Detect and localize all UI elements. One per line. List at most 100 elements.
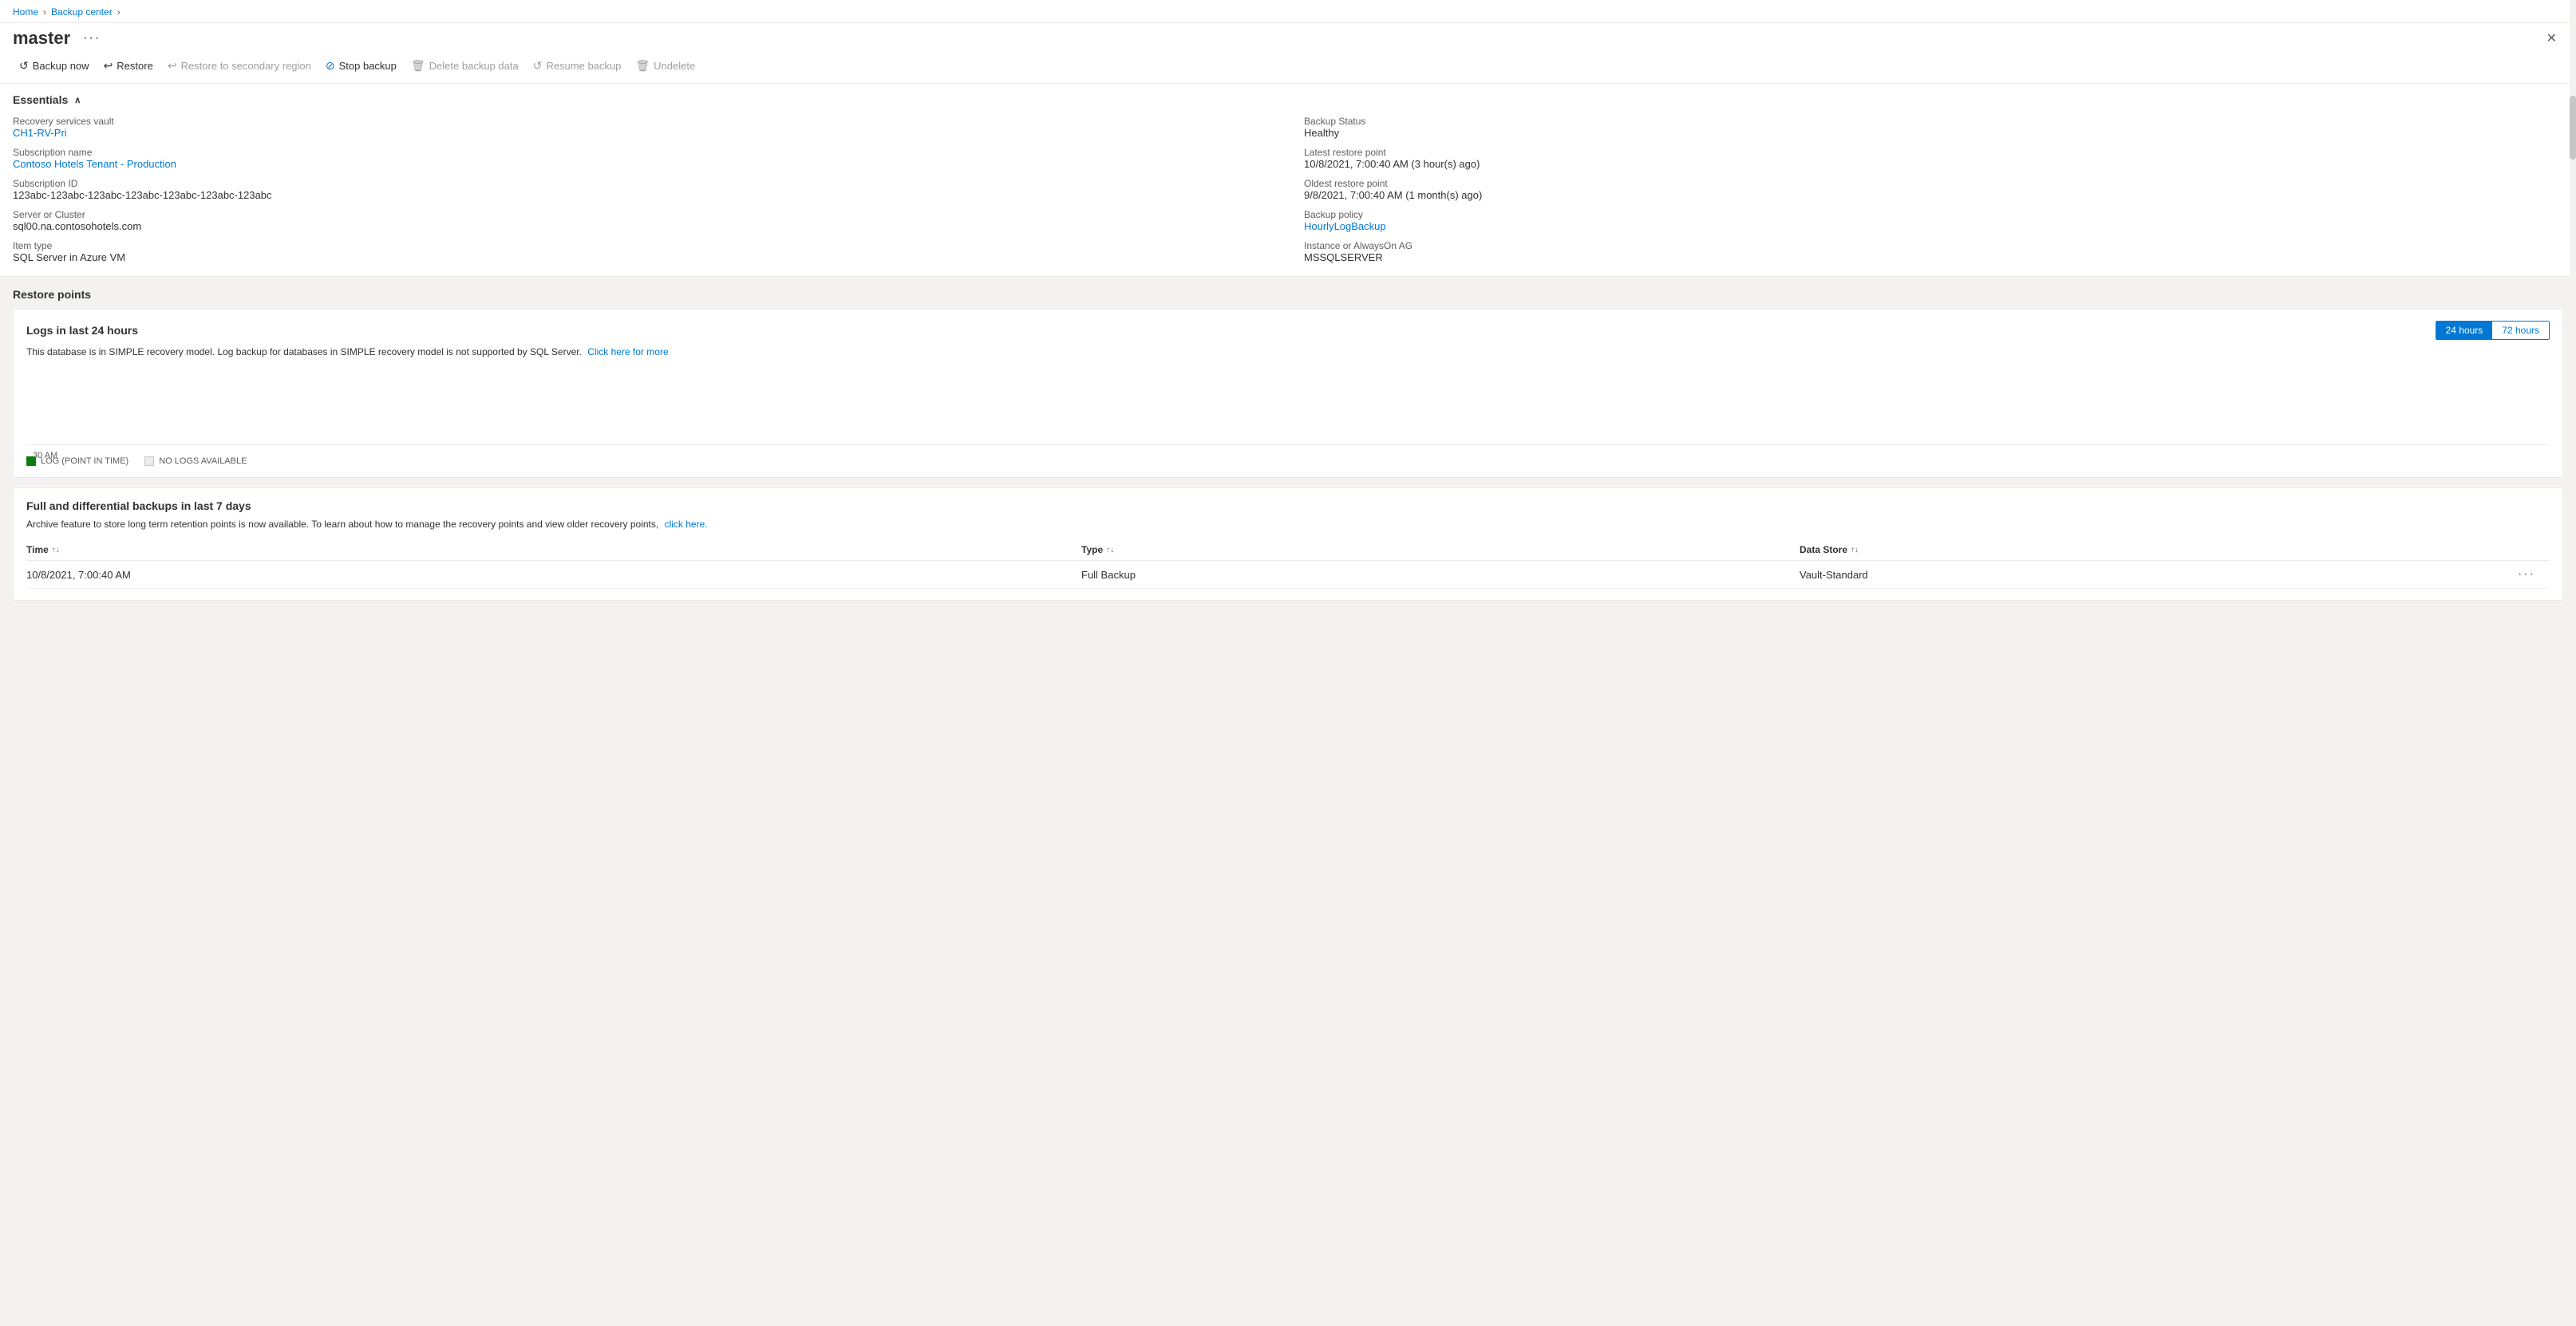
row-time: 10/8/2021, 7:00:40 AM [26, 569, 1037, 581]
col-datastore-sort-icon: ↑↓ [1851, 546, 1859, 554]
restore-points-title: Restore points [13, 288, 2563, 301]
breadcrumb-sep2: › [117, 6, 121, 18]
essentials-backup-status: Backup Status Healthy [1304, 116, 2563, 139]
restore-points-section: Restore points Logs in last 24 hours 24 … [0, 277, 2576, 612]
legend-no-logs-label: NO LOGS AVAILABLE [159, 456, 247, 466]
essentials-instance: Instance or AlwaysOn AG MSSQLSERVER [1304, 240, 2563, 263]
essentials-item-type: Item type SQL Server in Azure VM [13, 240, 1272, 263]
undelete-icon: 🗑 [635, 59, 650, 73]
essentials-oldest-restore: Oldest restore point 9/8/2021, 7:00:40 A… [1304, 178, 2563, 201]
subscription-id-label: Subscription ID [13, 178, 1272, 189]
restore-secondary-button[interactable]: ↩ Restore to secondary region [161, 55, 318, 77]
col-time-header[interactable]: Time ↑↓ [26, 544, 1037, 555]
logs-message-text: This database is in SIMPLE recovery mode… [26, 346, 582, 357]
restore-secondary-icon: ↩ [168, 59, 177, 73]
col-time-label: Time [26, 544, 49, 555]
restore-button[interactable]: ↩ Restore [97, 55, 160, 77]
item-type-value: SQL Server in Azure VM [13, 251, 1272, 263]
archive-notice-link[interactable]: click here. [665, 519, 708, 530]
breadcrumb-sep1: › [43, 6, 46, 18]
essentials-section: Essentials ∧ Recovery services vault CH1… [0, 84, 2576, 277]
toggle-24h-button[interactable]: 24 hours [2436, 322, 2493, 339]
col-datastore-header[interactable]: Data Store ↑↓ [1800, 544, 2473, 555]
undelete-button[interactable]: 🗑 Undelete [629, 55, 701, 77]
logs-message-link[interactable]: Click here for more [587, 346, 668, 357]
essentials-recovery-vault: Recovery services vault CH1-RV-Pri [13, 116, 1272, 139]
close-button[interactable]: ✕ [2540, 29, 2563, 48]
delete-backup-button[interactable]: 🗑 Delete backup data [405, 55, 525, 77]
row-type: Full Backup [1081, 569, 1755, 581]
restore-icon: ↩ [104, 59, 113, 73]
page-scrollbar[interactable] [2570, 0, 2576, 1326]
page-title: master [13, 28, 70, 49]
legend-no-logs-color [144, 456, 154, 466]
row-datastore: Vault-Standard [1800, 569, 2473, 581]
essentials-backup-policy: Backup policy HourlyLogBackup [1304, 209, 2563, 232]
more-button[interactable]: ··· [78, 30, 105, 47]
scrollbar-thumb[interactable] [2570, 96, 2576, 160]
breadcrumb: Home › Backup center › [0, 0, 2576, 23]
breadcrumb-home[interactable]: Home [13, 6, 38, 18]
col-datastore-label: Data Store [1800, 544, 1847, 555]
server-cluster-value: sql00.na.contosohotels.com [13, 220, 1272, 232]
archive-notice-text: Archive feature to store long term reten… [26, 519, 658, 530]
essentials-grid: Recovery services vault CH1-RV-Pri Subsc… [13, 116, 2563, 263]
logs-card: Logs in last 24 hours 24 hours 72 hours … [13, 309, 2563, 478]
delete-backup-label: Delete backup data [429, 60, 519, 72]
main-content: Essentials ∧ Recovery services vault CH1… [0, 84, 2576, 612]
essentials-latest-restore: Latest restore point 10/8/2021, 7:00:40 … [1304, 147, 2563, 170]
essentials-header[interactable]: Essentials ∧ [13, 93, 2563, 106]
backup-now-icon: ↺ [19, 59, 29, 73]
server-cluster-label: Server or Cluster [13, 209, 1272, 220]
col-type-sort-icon: ↑↓ [1106, 546, 1114, 554]
col-type-label: Type [1081, 544, 1103, 555]
toolbar: ↺ Backup now ↩ Restore ↩ Restore to seco… [0, 52, 2576, 84]
essentials-label: Essentials [13, 93, 68, 106]
item-type-label: Item type [13, 240, 1272, 251]
restore-label: Restore [117, 60, 153, 72]
chart-area: 30 AM [26, 365, 2550, 445]
toggle-72h-button[interactable]: 72 hours [2492, 322, 2549, 339]
full-backups-card: Full and differential backups in last 7 … [13, 487, 2563, 601]
essentials-left-col: Recovery services vault CH1-RV-Pri Subsc… [13, 116, 1272, 263]
chart-time-label: 30 AM [33, 451, 57, 460]
chart-legend: LOG (POINT IN TIME) NO LOGS AVAILABLE [26, 450, 2550, 466]
latest-restore-label: Latest restore point [1304, 147, 2563, 158]
subscription-id-value: 123abc-123abc-123abc-123abc-123abc-123ab… [13, 189, 1272, 201]
oldest-restore-label: Oldest restore point [1304, 178, 2563, 189]
backup-policy-value[interactable]: HourlyLogBackup [1304, 220, 1386, 232]
legend-no-logs-item: NO LOGS AVAILABLE [144, 456, 247, 466]
delete-backup-icon: 🗑 [411, 59, 425, 73]
stop-backup-button[interactable]: ⊘ Stop backup [319, 55, 403, 77]
resume-backup-button[interactable]: ↺ Resume backup [527, 55, 628, 77]
recovery-vault-value[interactable]: CH1-RV-Pri [13, 127, 67, 139]
restore-secondary-label: Restore to secondary region [181, 60, 311, 72]
table-row: 10/8/2021, 7:00:40 AM Full Backup Vault-… [26, 561, 2550, 589]
archive-notice: Archive feature to store long term reten… [26, 519, 2550, 530]
table-header: Time ↑↓ Type ↑↓ Data Store ↑↓ [26, 539, 2550, 561]
instance-value: MSSQLSERVER [1304, 251, 2563, 263]
full-backups-title: Full and differential backups in last 7 … [26, 499, 2550, 512]
col-time-sort-icon: ↑↓ [52, 546, 60, 554]
stop-backup-icon: ⊘ [326, 59, 335, 73]
instance-label: Instance or AlwaysOn AG [1304, 240, 2563, 251]
resume-backup-label: Resume backup [546, 60, 621, 72]
backup-now-button[interactable]: ↺ Backup now [13, 55, 96, 77]
latest-restore-value: 10/8/2021, 7:00:40 AM (3 hour(s) ago) [1304, 158, 2563, 170]
page-header: master ··· ✕ [0, 23, 2576, 52]
subscription-name-value[interactable]: Contoso Hotels Tenant - Production [13, 158, 176, 170]
col-type-header[interactable]: Type ↑↓ [1081, 544, 1755, 555]
stop-backup-label: Stop backup [339, 60, 397, 72]
breadcrumb-backup-center[interactable]: Backup center [51, 6, 113, 18]
time-toggle: 24 hours 72 hours [2436, 321, 2550, 340]
essentials-collapse-icon: ∧ [74, 95, 81, 105]
backup-status-label: Backup Status [1304, 116, 2563, 127]
oldest-restore-value: 9/8/2021, 7:00:40 AM (1 month(s) ago) [1304, 189, 2563, 201]
backup-now-label: Backup now [33, 60, 89, 72]
row-actions[interactable]: ··· [2518, 567, 2550, 582]
essentials-right-col: Backup Status Healthy Latest restore poi… [1304, 116, 2563, 263]
resume-backup-icon: ↺ [533, 59, 543, 73]
logs-card-header: Logs in last 24 hours 24 hours 72 hours [26, 321, 2550, 340]
logs-card-title: Logs in last 24 hours [26, 324, 138, 337]
backup-policy-label: Backup policy [1304, 209, 2563, 220]
